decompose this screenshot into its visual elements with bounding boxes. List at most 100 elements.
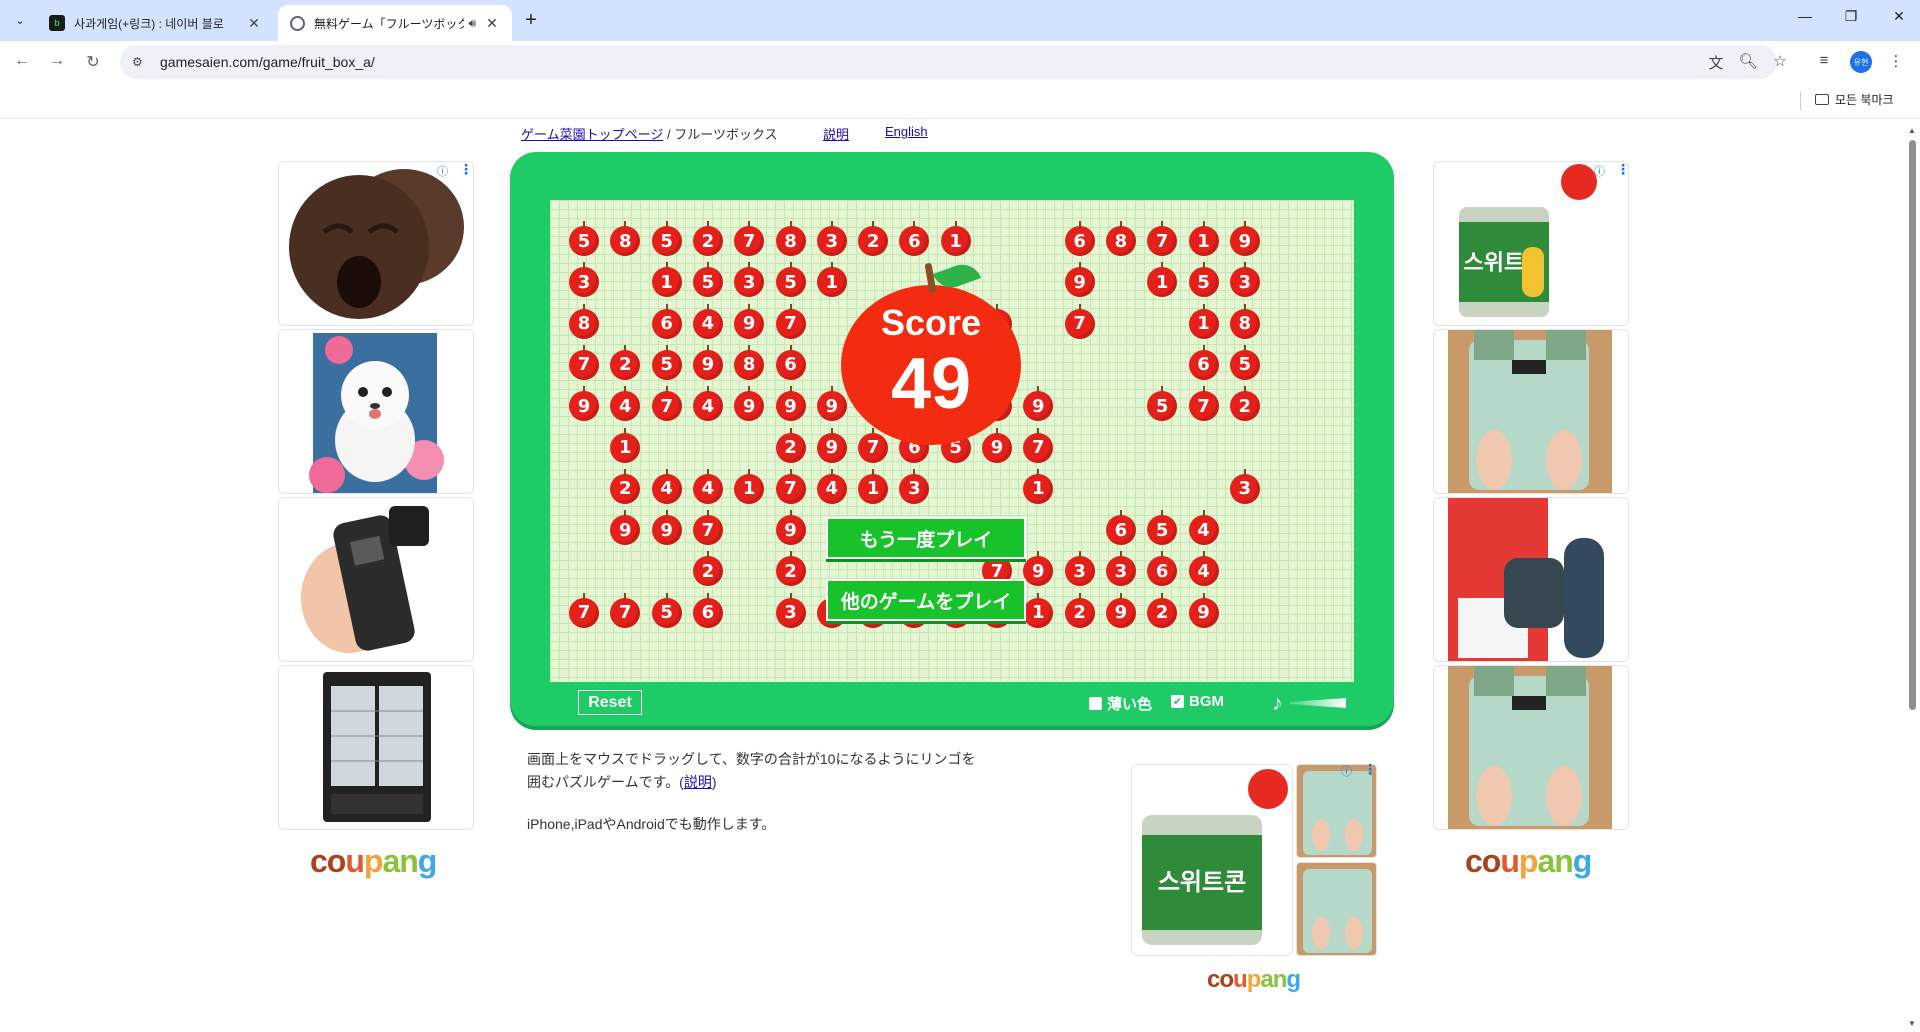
ad-bathroom-scale-2[interactable] — [1433, 665, 1629, 830]
coupang-logo[interactable]: coupang — [310, 843, 437, 880]
tab-fruit-box[interactable]: 無料ゲーム「フルーツボックス」 🔊︎ ✕ — [278, 5, 512, 41]
apple-tile[interactable]: 6 — [1188, 344, 1219, 380]
apple-tile[interactable]: 9 — [1105, 592, 1136, 628]
apple-tile[interactable]: 9 — [610, 510, 641, 546]
apple-tile[interactable]: 4 — [692, 386, 723, 422]
ad-options-icon[interactable]: ⋮ — [1616, 162, 1628, 178]
light-color-checkbox[interactable] — [1089, 697, 1102, 710]
apple-tile[interactable]: 7 — [1188, 386, 1219, 422]
apple-tile[interactable]: 9 — [1023, 551, 1054, 587]
apple-tile[interactable]: 8 — [775, 221, 806, 256]
ad-options-icon[interactable]: ⋮ — [1363, 761, 1377, 778]
ad-handheld-scanner[interactable] — [278, 497, 474, 662]
apple-tile[interactable]: 8 — [1105, 221, 1136, 256]
apple-tile[interactable]: 9 — [775, 510, 806, 546]
ad-sweet-corn-bottom[interactable]: 스위트콘 — [1131, 764, 1293, 956]
ad-options-icon[interactable]: ⋮ — [459, 162, 473, 178]
apple-tile[interactable]: 6 — [899, 221, 930, 256]
apple-tile[interactable]: 5 — [692, 262, 723, 298]
apple-tile[interactable]: 5 — [1229, 344, 1260, 380]
apple-tile[interactable]: 2 — [692, 221, 723, 256]
apple-tile[interactable]: 6 — [692, 592, 723, 628]
profile-avatar[interactable]: 유현 — [1850, 51, 1872, 73]
scrollbar-thumb[interactable] — [1909, 140, 1916, 710]
apple-tile[interactable]: 6 — [651, 303, 682, 339]
apple-tile[interactable]: 4 — [1188, 551, 1219, 587]
apple-tile[interactable]: 9 — [569, 386, 599, 422]
ad-puppy-painting[interactable] — [278, 329, 474, 494]
apple-tile[interactable]: 1 — [940, 221, 971, 256]
close-icon[interactable]: ✕ — [246, 15, 262, 32]
apple-tile[interactable]: 2 — [1064, 592, 1095, 628]
apple-tile[interactable]: 7 — [858, 427, 889, 463]
site-info-icon[interactable]: ⚙ — [132, 55, 148, 69]
apple-tile[interactable]: 1 — [1147, 262, 1178, 298]
apple-tile[interactable]: 2 — [1147, 592, 1178, 628]
apple-tile[interactable]: 2 — [610, 468, 641, 504]
apple-tile[interactable]: 8 — [569, 303, 599, 339]
apple-tile[interactable]: 3 — [816, 221, 847, 256]
ad-mini-fridge[interactable] — [278, 665, 474, 830]
description-help-link[interactable]: 説明 — [684, 774, 712, 790]
ad-info-icon[interactable]: ⓘ — [1594, 163, 1605, 179]
apple-tile[interactable]: 9 — [816, 427, 847, 463]
ad-smartwatch[interactable] — [1433, 497, 1629, 662]
apple-tile[interactable]: 7 — [1147, 221, 1178, 256]
apple-tile[interactable]: 3 — [1229, 468, 1260, 504]
apple-tile[interactable]: 3 — [734, 262, 765, 298]
apple-tile[interactable]: 3 — [1105, 551, 1136, 587]
apple-tile[interactable]: 7 — [610, 592, 641, 628]
apple-tile[interactable]: 5 — [569, 221, 599, 256]
apple-tile[interactable]: 9 — [734, 303, 765, 339]
scroll-down-icon[interactable]: ▼ — [1908, 1019, 1916, 1028]
apple-tile[interactable]: 2 — [775, 427, 806, 463]
apple-tile[interactable]: 6 — [1064, 221, 1095, 256]
apple-tile[interactable]: 7 — [569, 592, 599, 628]
apple-tile[interactable]: 5 — [1147, 386, 1178, 422]
apple-tile[interactable]: 4 — [816, 468, 847, 504]
ad-bathroom-scale[interactable] — [1433, 329, 1629, 494]
scroll-up-icon[interactable]: ▲ — [1908, 126, 1916, 135]
restore-icon[interactable]: ❐ — [1836, 8, 1866, 25]
apple-tile[interactable]: 2 — [1229, 386, 1260, 422]
apple-tile[interactable]: 2 — [775, 551, 806, 587]
media-control-icon[interactable]: ≡ — [1814, 52, 1834, 69]
apple-tile[interactable]: 7 — [775, 303, 806, 339]
apple-tile[interactable]: 9 — [982, 427, 1012, 463]
all-bookmarks-button[interactable]: 모든 북마크 — [1815, 91, 1894, 108]
reload-icon[interactable]: ↻ — [83, 52, 103, 72]
apple-tile[interactable]: 9 — [1188, 592, 1219, 628]
translate-icon[interactable]: 文 — [1706, 52, 1726, 73]
close-icon[interactable]: ✕ — [484, 15, 500, 32]
apple-tile[interactable]: 1 — [1188, 303, 1219, 339]
coupang-logo[interactable]: coupang — [1207, 966, 1301, 994]
apple-tile[interactable]: 7 — [1023, 427, 1054, 463]
apple-tile[interactable]: 2 — [692, 551, 723, 587]
ad-info-icon[interactable]: ⓘ — [1341, 763, 1352, 779]
light-color-option[interactable]: 薄い色 — [1089, 693, 1152, 714]
apple-tile[interactable]: 1 — [734, 468, 765, 504]
apple-tile[interactable]: 9 — [1064, 262, 1095, 298]
ad-info-icon[interactable]: ⓘ — [437, 163, 448, 179]
apple-tile[interactable]: 7 — [1064, 303, 1095, 339]
apple-tile[interactable]: 1 — [1188, 221, 1219, 256]
apple-tile[interactable]: 7 — [734, 221, 765, 256]
apple-tile[interactable]: 7 — [569, 344, 599, 380]
apple-tile[interactable]: 8 — [610, 221, 641, 256]
apple-tile[interactable]: 3 — [775, 592, 806, 628]
reset-button[interactable]: Reset — [578, 690, 642, 715]
forward-icon[interactable]: → — [47, 52, 67, 70]
apple-tile[interactable]: 4 — [692, 468, 723, 504]
apple-tile[interactable]: 1 — [858, 468, 889, 504]
apple-tile[interactable]: 1 — [1023, 468, 1054, 504]
apple-tile[interactable]: 5 — [1188, 262, 1219, 298]
tab-search-button[interactable]: ⌄ — [8, 8, 32, 32]
apple-tile[interactable]: 1 — [651, 262, 682, 298]
apple-tile[interactable]: 8 — [734, 344, 765, 380]
apple-tile[interactable]: 1 — [610, 427, 641, 463]
english-link[interactable]: English — [885, 124, 928, 139]
page-scrollbar[interactable]: ▲ ▼ — [1904, 120, 1920, 1032]
apple-tile[interactable]: 3 — [1229, 262, 1260, 298]
url-text[interactable]: gamesaien.com/game/fruit_box_a/ — [160, 54, 375, 70]
apple-tile[interactable]: 9 — [775, 386, 806, 422]
